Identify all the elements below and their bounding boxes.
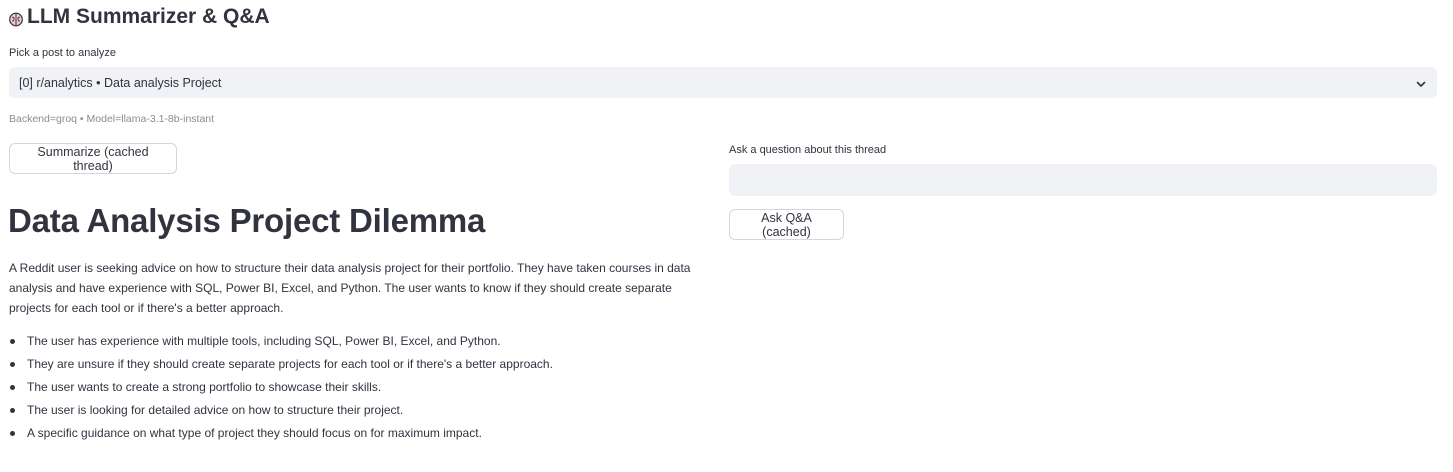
summarize-button[interactable]: Summarize (cached thread) (9, 143, 177, 174)
summary-bullet: A specific guidance on what type of proj… (9, 424, 553, 447)
chevron-down-icon[interactable] (1415, 77, 1427, 89)
qa-question-label: Ask a question about this thread (729, 144, 887, 156)
ask-qa-button[interactable]: Ask Q&A (cached) (729, 209, 844, 240)
app-title: LLM Summarizer & Q&A (8, 4, 270, 30)
qa-question-input[interactable] (729, 164, 1437, 196)
summary-bullet-text: The user wants to create a strong portfo… (27, 380, 382, 394)
bullet-dot-icon (10, 408, 15, 413)
post-select-value: [0] r/analytics • Data analysis Project (19, 75, 222, 90)
summary-bullet-text: They are unsure if they should create se… (27, 357, 553, 371)
summary-bullet: The user wants to create a strong portfo… (9, 378, 553, 401)
bullet-dot-icon (10, 339, 15, 344)
backend-caption: Backend=groq • Model=llama-3.1-8b-instan… (9, 113, 215, 125)
summary-bullet-list: The user has experience with multiple to… (9, 332, 553, 447)
summary-bullet-text: The user has experience with multiple to… (27, 334, 501, 348)
summary-bullet-text: A specific guidance on what type of proj… (27, 426, 482, 440)
post-select-label: Pick a post to analyze (9, 47, 117, 59)
summary-bullet: The user is looking for detailed advice … (9, 401, 553, 424)
app-title-text: LLM Summarizer & Q&A (27, 5, 270, 28)
brain-icon (8, 9, 24, 27)
bullet-dot-icon (10, 431, 15, 436)
summary-heading: Data Analysis Project Dilemma (8, 202, 486, 239)
summary-bullet: They are unsure if they should create se… (9, 355, 553, 378)
bullet-dot-icon (10, 362, 15, 367)
bullet-dot-icon (10, 385, 15, 390)
summary-bullet-text: The user is looking for detailed advice … (27, 403, 404, 417)
app-page: LLM Summarizer & Q&A Pick a post to anal… (0, 0, 1453, 472)
post-select[interactable]: [0] r/analytics • Data analysis Project (9, 67, 1437, 98)
summary-paragraph: A Reddit user is seeking advice on how t… (9, 261, 691, 315)
summary-bullet: The user has experience with multiple to… (9, 332, 553, 355)
